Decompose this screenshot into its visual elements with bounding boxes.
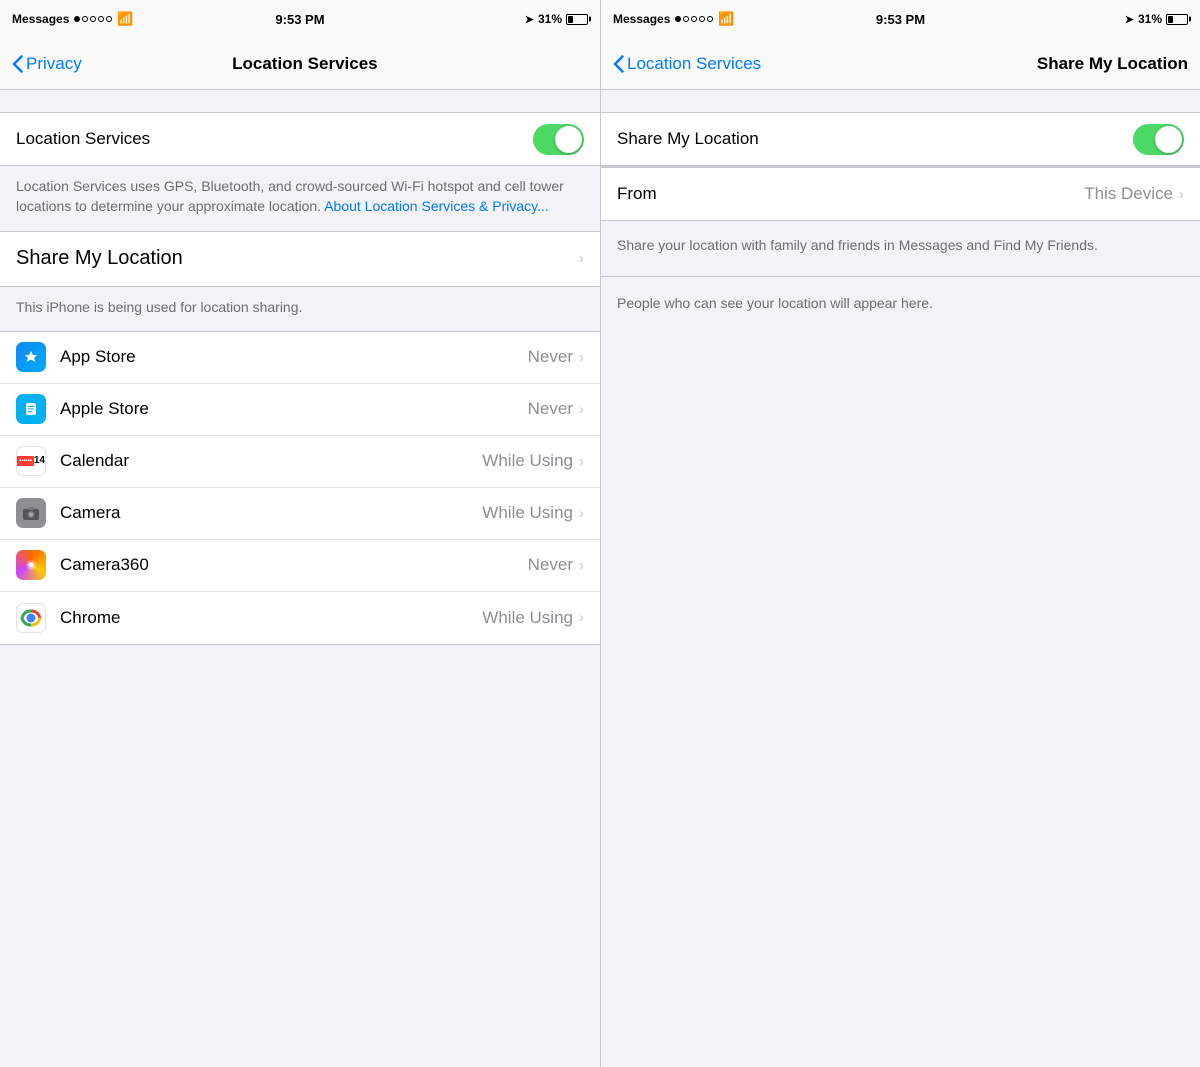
back-label-right: Location Services bbox=[627, 54, 761, 74]
app-row-appstore[interactable]: App Store Never › bbox=[0, 332, 600, 384]
app-name-chrome: Chrome bbox=[60, 608, 482, 628]
location-services-section: Location Services bbox=[0, 112, 600, 166]
iphone-desc-text: This iPhone is being used for location s… bbox=[16, 297, 584, 317]
toggle-knob bbox=[555, 126, 582, 153]
app-chevron-appstore: › bbox=[579, 349, 584, 366]
left-panel: Messages 📶 9:53 PM ➤ 31% bbox=[0, 0, 600, 1067]
location-description-text: Location Services uses GPS, Bluetooth, a… bbox=[16, 176, 584, 217]
right-toggle-knob bbox=[1155, 126, 1182, 153]
app-permission-camera: While Using bbox=[482, 503, 573, 523]
app-row-applestore[interactable]: Apple Store Never › bbox=[0, 384, 600, 436]
app-row-calendar[interactable]: ▪▪▪▪▪▪ 14 Calendar While Using › bbox=[0, 436, 600, 488]
nav-title-left: Location Services bbox=[82, 54, 528, 74]
app-name-calendar: Calendar bbox=[60, 451, 482, 471]
right-description2-block: People who can see your location will ap… bbox=[601, 277, 1200, 334]
nav-title-right: Share My Location bbox=[1037, 54, 1188, 74]
right-description1-text: Share your location with family and frie… bbox=[617, 235, 1184, 256]
location-arrow-left: ➤ bbox=[525, 13, 534, 26]
app-icon-calendar: ▪▪▪▪▪▪ 14 bbox=[16, 446, 46, 476]
app-permission-appstore: Never bbox=[528, 347, 573, 367]
share-my-location-chevron: › bbox=[579, 250, 584, 267]
from-label: From bbox=[617, 184, 1084, 204]
right-share-toggle[interactable] bbox=[1133, 124, 1184, 155]
wifi-icon-left: 📶 bbox=[117, 11, 133, 27]
app-permission-applestore: Never bbox=[528, 399, 573, 419]
battery-pct-left: 31% bbox=[538, 12, 562, 26]
right-share-section: Share My Location bbox=[601, 112, 1200, 166]
app-chevron-calendar: › bbox=[579, 453, 584, 470]
app-chevron-chrome: › bbox=[579, 609, 584, 626]
right-status-bar: Messages 📶 9:53 PM ➤ 31% bbox=[601, 0, 1200, 38]
from-value: This Device bbox=[1084, 184, 1173, 204]
right-gap1 bbox=[601, 90, 1200, 112]
location-description-block: Location Services uses GPS, Bluetooth, a… bbox=[0, 166, 600, 231]
time-left: 9:53 PM bbox=[275, 12, 324, 27]
left-status-bar: Messages 📶 9:53 PM ➤ 31% bbox=[0, 0, 600, 38]
location-services-row[interactable]: Location Services bbox=[0, 113, 600, 165]
app-row-chrome[interactable]: Chrome While Using › bbox=[0, 592, 600, 644]
location-arrow-right: ➤ bbox=[1125, 13, 1134, 26]
left-nav-bar: Privacy Location Services bbox=[0, 38, 600, 90]
signal-right bbox=[675, 16, 713, 22]
share-my-location-row[interactable]: Share My Location › bbox=[0, 231, 600, 287]
gap1 bbox=[0, 90, 600, 112]
app-chevron-applestore: › bbox=[579, 401, 584, 418]
app-icon-camera bbox=[16, 498, 46, 528]
wifi-icon-right: 📶 bbox=[718, 11, 734, 27]
right-nav-bar: Location Services Share My Location bbox=[601, 38, 1200, 90]
app-name-appstore: App Store bbox=[60, 347, 528, 367]
app-row-camera[interactable]: Camera While Using › bbox=[0, 488, 600, 540]
privacy-link[interactable]: About Location Services & Privacy... bbox=[324, 198, 549, 214]
app-icon-appstore bbox=[16, 342, 46, 372]
share-my-location-label: Share My Location bbox=[16, 247, 579, 270]
back-label-left: Privacy bbox=[26, 54, 82, 74]
right-share-label: Share My Location bbox=[617, 129, 1133, 149]
battery-right bbox=[1166, 14, 1188, 25]
app-icon-chrome bbox=[16, 603, 46, 633]
right-description1-block: Share your location with family and frie… bbox=[601, 221, 1200, 276]
app-icon-camera360 bbox=[16, 550, 46, 580]
back-button-left[interactable]: Privacy bbox=[12, 54, 82, 74]
from-section: From This Device › bbox=[601, 167, 1200, 221]
right-panel: Messages 📶 9:53 PM ➤ 31% bbox=[600, 0, 1200, 1067]
app-permission-chrome: While Using bbox=[482, 608, 573, 628]
time-right: 9:53 PM bbox=[876, 12, 925, 27]
carrier-left: Messages bbox=[12, 12, 69, 26]
signal-left bbox=[74, 16, 112, 22]
from-chevron: › bbox=[1179, 186, 1184, 203]
from-row[interactable]: From This Device › bbox=[601, 168, 1200, 220]
app-chevron-camera: › bbox=[579, 505, 584, 522]
location-services-label: Location Services bbox=[16, 129, 533, 149]
app-name-camera: Camera bbox=[60, 503, 482, 523]
carrier-right: Messages bbox=[613, 12, 670, 26]
battery-left bbox=[566, 14, 588, 25]
app-name-camera360: Camera360 bbox=[60, 555, 528, 575]
app-list: App Store Never › Apple Store Never › ▪▪… bbox=[0, 331, 600, 645]
app-row-camera360[interactable]: Camera360 Never › bbox=[0, 540, 600, 592]
app-chevron-camera360: › bbox=[579, 557, 584, 574]
battery-pct-right: 31% bbox=[1138, 12, 1162, 26]
app-icon-applestore bbox=[16, 394, 46, 424]
back-button-right[interactable]: Location Services bbox=[613, 54, 765, 74]
right-share-toggle-row[interactable]: Share My Location bbox=[601, 113, 1200, 165]
app-name-applestore: Apple Store bbox=[60, 399, 528, 419]
app-permission-camera360: Never bbox=[528, 555, 573, 575]
app-permission-calendar: While Using bbox=[482, 451, 573, 471]
location-services-toggle[interactable] bbox=[533, 124, 584, 155]
iphone-desc-block: This iPhone is being used for location s… bbox=[0, 287, 600, 331]
right-description2-text: People who can see your location will ap… bbox=[617, 293, 1184, 314]
